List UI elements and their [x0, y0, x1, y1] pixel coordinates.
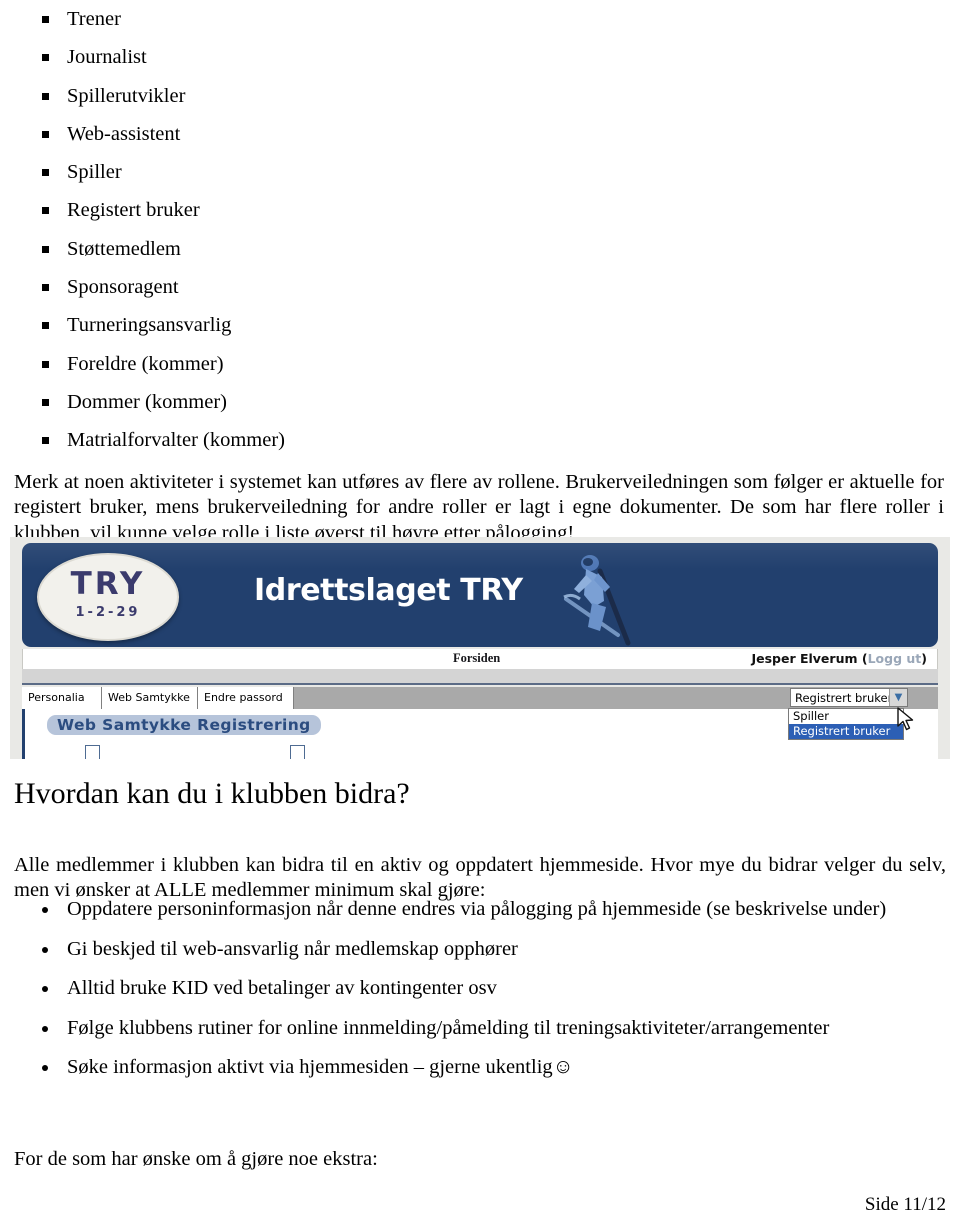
tab-endre-passord[interactable]: Endre passord: [198, 687, 294, 709]
list-item: Alltid bruke KID ved betalinger av konti…: [0, 969, 950, 1009]
logo-text: TRY: [70, 566, 146, 602]
role-label: Trener: [67, 8, 121, 30]
user-status: Jesper Elverum (Logg ut): [751, 651, 927, 666]
contribute-item-label: Gi beskjed til web-ansvarlig når medlems…: [67, 937, 518, 960]
role-label: Spillerutvikler: [67, 84, 186, 107]
round-bullet-icon: [42, 986, 48, 992]
logo-number: 1-2-29: [75, 605, 141, 620]
list-item: Oppdatere personinformasjon når denne en…: [0, 890, 950, 930]
role-option-spiller[interactable]: Spiller: [789, 709, 903, 724]
list-item: Journalist: [0, 38, 900, 76]
role-label: Spiller: [67, 161, 122, 184]
ski-jumper-icon: [563, 555, 631, 646]
list-item: Søke informasjon aktivt via hjemmesiden …: [0, 1048, 950, 1088]
round-bullet-icon: [42, 946, 48, 953]
grey-separator-band: [22, 669, 938, 685]
role-select-dropdown[interactable]: Spiller Registrert bruker: [788, 708, 904, 740]
list-item: Sponsoragent: [0, 268, 900, 306]
role-label: Støttemedlem: [67, 237, 181, 260]
role-label: Turneringsansvarlig: [67, 314, 232, 337]
site-banner: TRY 1-2-29 Idrettslaget TRY: [22, 543, 938, 647]
list-item: Spillerutvikler: [0, 77, 900, 115]
roles-list: Trener Journalist Spillerutvikler Web-as…: [0, 0, 900, 460]
try-logo: TRY 1-2-29: [37, 553, 179, 641]
contribute-item-label: Oppdatere personinformasjon når denne en…: [67, 898, 887, 920]
role-label: Foreldre (kommer): [67, 352, 224, 375]
role-label: Matrialforvalter (kommer): [67, 429, 286, 452]
square-bullet-icon: [42, 54, 49, 62]
consent-checkbox-1[interactable]: [85, 745, 100, 759]
square-bullet-icon: [42, 398, 49, 406]
list-item: Spiller: [0, 153, 900, 191]
banner-title: Idrettslaget TRY: [254, 573, 523, 608]
list-item: Følge klubbens rutiner for online innmel…: [0, 1009, 950, 1049]
content-heading: Web Samtykke Registrering: [47, 715, 321, 735]
role-label: Sponsoragent: [67, 276, 179, 299]
list-item: Trener: [0, 0, 900, 38]
roles-note-paragraph: Merk at noen aktiviteter i systemet kan …: [14, 470, 944, 544]
logout-link[interactable]: Logg ut: [868, 651, 922, 666]
embedded-screenshot: TRY 1-2-29 Idrettslaget TRY Forsiden Jes…: [10, 537, 950, 759]
list-item: Matrialforvalter (kommer): [0, 421, 900, 459]
round-bullet-icon: [42, 1025, 48, 1032]
list-item: Gi beskjed til web-ansvarlig når medlems…: [0, 930, 950, 970]
list-item: Web-assistent: [0, 115, 900, 153]
square-bullet-icon: [42, 360, 49, 368]
page-number: Side 11/12: [864, 1194, 946, 1215]
square-bullet-icon: [42, 322, 49, 330]
role-label: Registert bruker: [67, 199, 200, 222]
round-bullet-icon: [42, 1065, 48, 1071]
role-select-value: Registrert bruker: [795, 691, 893, 705]
tab-personalia[interactable]: Personalia: [22, 687, 102, 709]
tab-bar: Personalia Web Samtykke Endre passord Re…: [22, 687, 938, 740]
role-label: Journalist: [67, 46, 147, 69]
tab-web-samtykke[interactable]: Web Samtykke: [102, 687, 198, 709]
square-bullet-icon: [42, 169, 49, 177]
role-label: Dommer (kommer): [67, 390, 227, 413]
contribute-item-label: Følge klubbens rutiner for online innmel…: [67, 1016, 830, 1039]
contribute-item-label: Søke informasjon aktivt via hjemmesiden …: [67, 1056, 574, 1078]
consent-checkbox-2[interactable]: [290, 745, 305, 759]
contribute-list: Oppdatere personinformasjon når denne en…: [0, 890, 950, 1088]
extra-intro-paragraph: For de som har ønske om å gjøre noe ekst…: [14, 1147, 378, 1170]
page-title: Hvordan kan du i klubben bidra?: [14, 777, 410, 810]
square-bullet-icon: [42, 245, 49, 253]
list-item: Dommer (kommer): [0, 383, 900, 421]
list-item: Støttemedlem: [0, 230, 900, 268]
role-select[interactable]: Registrert bruker ▼: [790, 688, 908, 707]
square-bullet-icon: [42, 130, 49, 138]
role-label: Web-assistent: [67, 122, 181, 145]
chevron-down-icon[interactable]: ▼: [889, 689, 907, 706]
user-name: Jesper Elverum: [751, 651, 858, 666]
square-bullet-icon: [42, 284, 49, 292]
role-option-registrert-bruker[interactable]: Registrert bruker: [789, 724, 903, 739]
square-bullet-icon: [42, 437, 49, 445]
nav-forsiden[interactable]: Forsiden: [453, 651, 500, 666]
square-bullet-icon: [42, 16, 49, 23]
list-item: Turneringsansvarlig: [0, 306, 900, 344]
contribute-item-label: Alltid bruke KID ved betalinger av konti…: [67, 977, 497, 999]
top-nav-row: Forsiden Jesper Elverum (Logg ut): [22, 649, 938, 669]
paren-close: ): [921, 651, 927, 666]
square-bullet-icon: [42, 207, 49, 215]
mouse-cursor-icon: [897, 707, 914, 731]
square-bullet-icon: [42, 92, 49, 100]
list-item: Registert bruker: [0, 191, 900, 229]
list-item: Foreldre (kommer): [0, 345, 900, 383]
round-bullet-icon: [42, 907, 48, 913]
